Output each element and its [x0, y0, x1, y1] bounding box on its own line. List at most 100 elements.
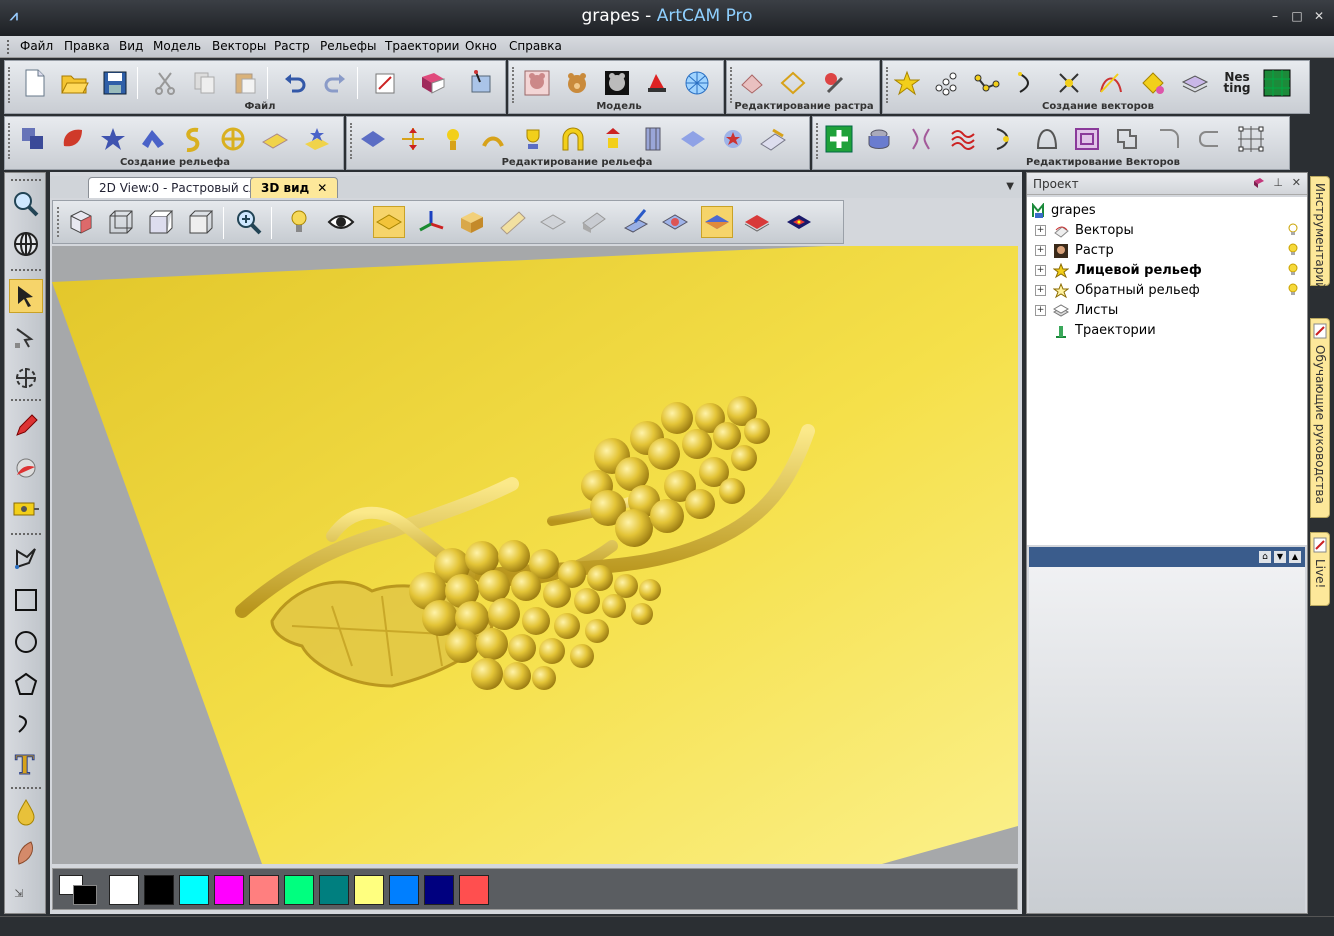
colour-shade-icon[interactable]	[659, 206, 691, 238]
arc-icon[interactable]	[9, 707, 43, 741]
side-tab-tutorials[interactable]: Обучающие руководства	[1310, 318, 1330, 518]
model-bear-relief-icon[interactable]	[521, 67, 553, 99]
relief-star-icon[interactable]	[97, 123, 129, 155]
star-vector-icon[interactable]	[891, 67, 923, 99]
save-file-icon[interactable]	[99, 67, 131, 99]
select-arrow-icon[interactable]	[9, 279, 43, 313]
circle-icon[interactable]	[9, 625, 43, 659]
nesting-icon[interactable]: Nes ting	[1221, 67, 1253, 99]
pin-icon[interactable]: ⊥	[1273, 176, 1283, 189]
palette-swatch[interactable]	[424, 875, 454, 905]
relief-stamp-icon[interactable]	[717, 123, 749, 155]
model-teddy-icon[interactable]	[561, 67, 593, 99]
vector-wave-icon[interactable]	[947, 123, 979, 155]
book-icon[interactable]	[417, 67, 449, 99]
relief-column-icon[interactable]	[637, 123, 669, 155]
visibility-bulb-off-icon[interactable]	[1287, 223, 1299, 237]
light-bulb-icon[interactable]	[283, 206, 315, 238]
project-book-icon[interactable]	[1253, 177, 1265, 189]
relief-weave-icon[interactable]	[217, 123, 249, 155]
menu-grip[interactable]	[7, 40, 10, 54]
polyline-draw-icon[interactable]	[9, 541, 43, 575]
relief-plane-icon[interactable]	[537, 206, 569, 238]
relief-scale-icon[interactable]	[397, 123, 429, 155]
palette-swatch[interactable]	[319, 875, 349, 905]
vector-corner-icon[interactable]	[1193, 123, 1225, 155]
paste-icon[interactable]	[229, 67, 261, 99]
iso-view-icon[interactable]	[65, 206, 97, 238]
minimize-button[interactable]: –	[1268, 9, 1282, 23]
relief-layer-icon[interactable]	[701, 206, 733, 238]
shaded-relief-icon[interactable]	[373, 206, 405, 238]
collapse-down-icon[interactable]: ▼	[1274, 551, 1286, 563]
relief-smooth-icon[interactable]	[437, 123, 469, 155]
raster-tools-icon[interactable]	[819, 67, 851, 99]
model-color-icon[interactable]	[641, 67, 673, 99]
wizard-icon[interactable]	[465, 67, 497, 99]
notes-icon[interactable]	[369, 67, 401, 99]
palette-swatch[interactable]	[354, 875, 384, 905]
zoom-icon[interactable]	[233, 206, 265, 238]
raster-fill-icon[interactable]	[737, 67, 769, 99]
copy-icon[interactable]	[189, 67, 221, 99]
tabs-dropdown-icon[interactable]: ▼	[1006, 181, 1014, 192]
menu-edit[interactable]: Правка	[64, 39, 110, 53]
rectangle-icon[interactable]	[9, 583, 43, 617]
ruler-measure-icon[interactable]	[9, 493, 43, 527]
vector-union-icon[interactable]	[1111, 123, 1143, 155]
vector-mirror-icon[interactable]	[905, 123, 937, 155]
vector-bell-icon[interactable]	[1031, 123, 1063, 155]
axes-icon[interactable]	[415, 206, 447, 238]
paint-fill-icon[interactable]	[9, 451, 43, 485]
close-button[interactable]: ✕	[1312, 9, 1326, 23]
menu-reliefs[interactable]: Рельефы	[320, 39, 376, 53]
text-grid-icon[interactable]	[1261, 67, 1293, 99]
relief-block-icon[interactable]	[577, 206, 609, 238]
polyline-vector-icon[interactable]	[971, 67, 1003, 99]
pencil-icon[interactable]	[9, 409, 43, 443]
menu-file[interactable]: Файл	[20, 39, 53, 53]
front-view-icon[interactable]	[105, 206, 137, 238]
zoom-window-icon[interactable]	[9, 187, 43, 221]
tree-item-raster[interactable]: + Растр	[1027, 241, 1307, 261]
cut-icon[interactable]	[149, 67, 181, 99]
top-view-icon[interactable]	[185, 206, 217, 238]
open-file-icon[interactable]	[59, 67, 91, 99]
menu-vectors[interactable]: Векторы	[212, 39, 266, 53]
transform-icon[interactable]	[9, 361, 43, 395]
expand-toggle[interactable]: +	[1035, 245, 1046, 256]
vector-fillet-icon[interactable]	[1153, 123, 1185, 155]
palette-swatch[interactable]	[389, 875, 419, 905]
expand-toggle[interactable]: +	[1035, 225, 1046, 236]
dots-vector-icon[interactable]	[931, 67, 963, 99]
relief-pin-icon[interactable]	[597, 123, 629, 155]
visibility-bulb-on-icon[interactable]	[1287, 243, 1299, 257]
side-view-icon[interactable]	[145, 206, 177, 238]
vector-offset-icon[interactable]	[863, 123, 895, 155]
vector-transform-icon[interactable]	[1235, 123, 1267, 155]
expand-toggle[interactable]: +	[1035, 305, 1046, 316]
palette-swatch[interactable]	[179, 875, 209, 905]
polygon-icon[interactable]	[9, 667, 43, 701]
expand-toggle[interactable]: +	[1035, 265, 1046, 276]
tree-item-front-relief[interactable]: + Лицевой рельеф	[1027, 261, 1307, 281]
menu-model[interactable]: Модель	[153, 39, 201, 53]
close-panel-icon[interactable]: ✕	[1292, 176, 1301, 189]
relief-plate-icon[interactable]	[259, 123, 291, 155]
maximize-button[interactable]: □	[1290, 9, 1304, 23]
eye-visibility-icon[interactable]	[325, 206, 357, 238]
node-edit-icon[interactable]	[9, 321, 43, 355]
arc-vector-icon[interactable]	[1011, 67, 1043, 99]
relief-blend-icon[interactable]	[677, 123, 709, 155]
menu-help[interactable]: Справка	[509, 39, 562, 53]
relief-trophy-icon[interactable]	[517, 123, 549, 155]
menu-toolpaths[interactable]: Траектории	[385, 39, 459, 53]
expand-toggle[interactable]: +	[1035, 285, 1046, 296]
tree-item-sheets[interactable]: + Листы	[1027, 301, 1307, 321]
menu-view[interactable]: Вид	[119, 39, 143, 53]
tree-root[interactable]: grapes	[1027, 201, 1307, 221]
relief-erase-icon[interactable]	[757, 123, 789, 155]
palette-swatch[interactable]	[284, 875, 314, 905]
relief-arch-icon[interactable]	[557, 123, 589, 155]
side-tab-toolbox[interactable]: Инструментарий	[1310, 176, 1330, 290]
